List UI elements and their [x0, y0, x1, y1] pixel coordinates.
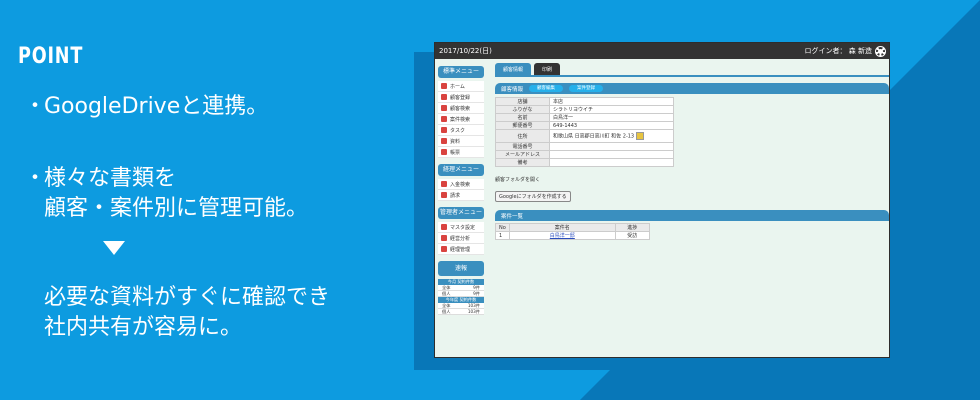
menu-admin-title: 管理者メニュー — [438, 207, 484, 219]
address-value: 和歌山県 日高郡日高川町 和佐 2-13 — [553, 133, 635, 140]
sidebar-item-customer-register[interactable]: 顧客登録 — [438, 92, 484, 103]
create-google-folder-button[interactable]: Googleにフォルダを作成する — [495, 191, 571, 202]
login-user: ログイン者： 森 新造 — [804, 47, 872, 55]
main-content: 顧客情報 印刷 顧客情報 顧客編集 案件登録 店舗 本店 ふりがな シラトリヨウイチ… — [491, 59, 889, 357]
bullet-google-drive: ・GoogleDriveと連携。 — [24, 94, 269, 119]
customer-info-table: 店舗 本店 ふりがな シラトリヨウイチ 名前 白鳥洋一 郵便番号 649-1443 住所… — [495, 97, 674, 167]
project-list-table: No 案件名 進捗 1 白鳥洋一邸 受訪 — [495, 223, 650, 240]
table-row: 店舗 本店 — [495, 97, 674, 106]
user-search-icon — [441, 181, 447, 187]
sidebar-item-documents[interactable]: 資料 — [438, 136, 484, 147]
sidebar-item-forms[interactable]: 帳票 — [438, 147, 484, 158]
table-row: 郵便番号 649-1443 — [495, 121, 674, 130]
document-icon — [441, 149, 447, 155]
sidebar-item-analysis[interactable]: 経営分析 — [438, 233, 484, 244]
stats-row: 個人 103件 — [438, 309, 484, 315]
tab-customer-info[interactable]: 顧客情報 — [495, 63, 532, 75]
customer-search-icon — [441, 105, 447, 111]
sidebar-item-task[interactable]: タスク — [438, 125, 484, 136]
chart-icon — [441, 235, 447, 241]
table-row: 住所 和歌山県 日高郡日高川町 和佐 2-13 — [495, 129, 674, 143]
table-header-row: No 案件名 進捗 — [495, 223, 650, 232]
settings-icon — [441, 224, 447, 230]
sidebar-item-billing[interactable]: 請求 — [438, 190, 484, 201]
current-date: 2017/10/22(日) — [439, 47, 492, 55]
project-link[interactable]: 白鳥洋一邸 — [550, 233, 575, 239]
bullet-documents: ・様々な書類を — [24, 166, 177, 191]
result-line2: 社内共有が容易に。 — [44, 315, 243, 340]
sidebar-item-master-settings[interactable]: マスタ設定 — [438, 222, 484, 233]
customer-info-header: 顧客情報 顧客編集 案件登録 — [495, 83, 889, 94]
table-row: ふりがな シラトリヨウイチ — [495, 105, 674, 114]
edit-customer-button[interactable]: 顧客編集 — [529, 85, 564, 92]
sidebar-item-accounting-admin[interactable]: 経理管理 — [438, 244, 484, 255]
stats-title: 速報 — [438, 261, 484, 276]
table-row: 備考 — [495, 158, 674, 167]
app-screenshot: 2017/10/22(日) ログイン者： 森 新造 標準メニュー ホーム 顧客登… — [434, 42, 890, 358]
stats-panel: 今月 契約件数 全体 9件 個人 9件 今年度 契約件数 全体 103件 個人 103件 — [438, 279, 484, 315]
menu-standard-title: 標準メニュー — [438, 66, 484, 78]
table-row: 1 白鳥洋一邸 受訪 — [495, 231, 650, 240]
table-row: 名前 白鳥洋一 — [495, 113, 674, 122]
promo-panel: POINT ・GoogleDriveと連携。 ・様々な書類を 顧客・案件別に管理… — [0, 0, 420, 400]
point-heading: POINT — [18, 44, 84, 69]
user-icon — [441, 192, 447, 198]
project-list-header: 案件一覧 — [495, 210, 889, 221]
home-icon — [441, 83, 447, 89]
project-search-icon — [441, 116, 447, 122]
checkbox-icon — [441, 127, 447, 133]
result-line1: 必要な資料がすぐに確認でき — [44, 285, 331, 310]
sidebar-item-project-search[interactable]: 案件検索 — [438, 114, 484, 125]
tab-print[interactable]: 印刷 — [534, 63, 561, 75]
tab-bar: 顧客情報 印刷 — [495, 63, 889, 77]
sidebar: 標準メニュー ホーム 顧客登録 顧客検索 案件検索 タスク 資料 帳票 経理メニ… — [435, 59, 487, 357]
app-titlebar: 2017/10/22(日) ログイン者： 森 新造 — [435, 43, 889, 59]
register-project-button[interactable]: 案件登録 — [569, 85, 604, 92]
sidebar-item-customer-search[interactable]: 顧客検索 — [438, 103, 484, 114]
sidebar-item-payment-search[interactable]: 入金検索 — [438, 179, 484, 190]
folder-label: 顧客フォルダを開く — [495, 177, 541, 183]
down-arrow-icon — [103, 241, 125, 255]
customer-add-icon — [441, 94, 447, 100]
ledger-icon — [441, 246, 447, 252]
gear-icon[interactable] — [876, 46, 885, 56]
bullet-documents-line2: 顧客・案件別に管理可能。 — [44, 196, 309, 221]
folder-icon — [441, 138, 447, 144]
table-row: 電話番号 — [495, 142, 674, 151]
sidebar-item-home[interactable]: ホーム — [438, 81, 484, 92]
map-icon[interactable] — [636, 132, 645, 140]
table-row: メールアドレス — [495, 150, 674, 159]
menu-accounting-title: 経理メニュー — [438, 164, 484, 176]
